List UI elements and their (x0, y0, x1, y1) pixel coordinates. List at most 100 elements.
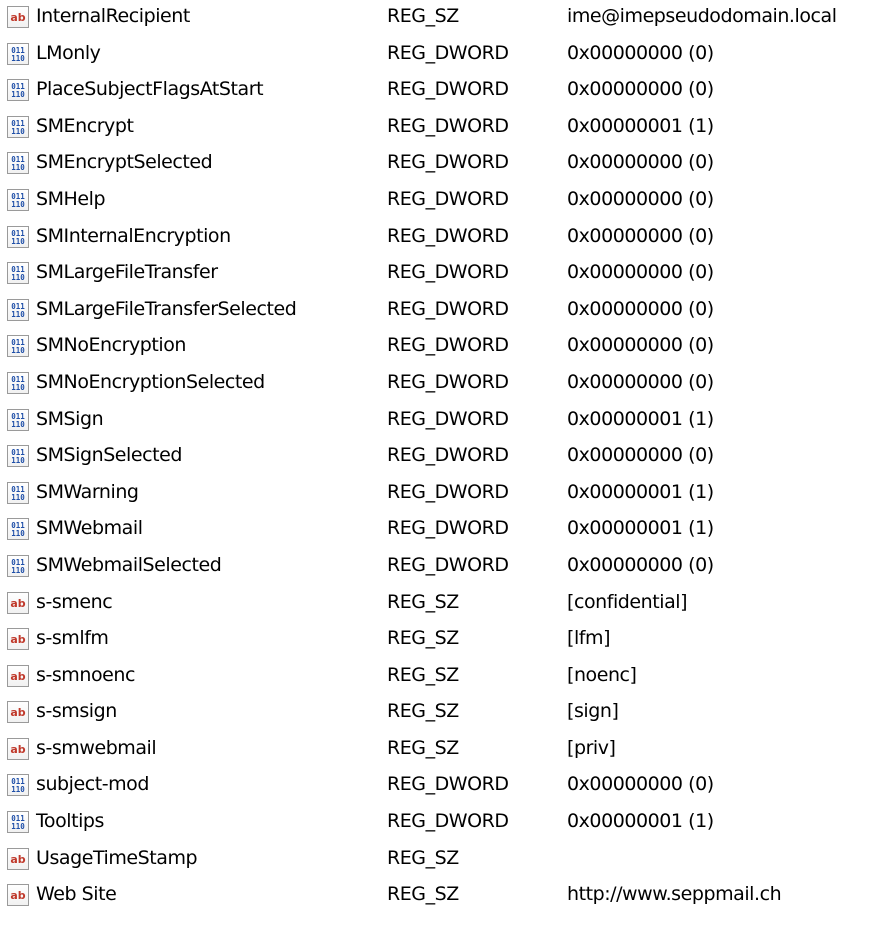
value-type: REG_SZ (387, 663, 459, 686)
value-data: 0x00000000 (0) (567, 261, 714, 284)
registry-value-row[interactable]: ab s-smenc REG_SZ [confidential] (0, 586, 889, 623)
binary-value-icon: 011 110 (7, 371, 29, 394)
value-type: REG_DWORD (387, 297, 509, 320)
binary-value-icon-glyph-bottom: 110 (11, 346, 25, 355)
registry-value-row[interactable]: 011 110 SMInternalEncryption REG_DWORD 0x000… (0, 220, 889, 257)
registry-value-row[interactable]: 011 110 PlaceSubjectFlagsAtStart REG_DWORD 0… (0, 73, 889, 110)
binary-value-icon-glyph-bottom: 110 (11, 383, 25, 392)
binary-value-icon: 011 110 (7, 298, 29, 321)
registry-value-row[interactable]: 011 110 SMLargeFileTransfer REG_DWORD 0x0000… (0, 256, 889, 293)
value-name: SMWarning (36, 480, 139, 503)
binary-value-icon: 011 110 (7, 518, 29, 541)
registry-value-row[interactable]: 011 110 SMWebmail REG_DWORD 0x00000001 (1) (0, 512, 889, 549)
value-type: REG_DWORD (387, 224, 509, 247)
string-value-icon-glyph: ab (10, 853, 25, 866)
binary-value-icon: 011 110 (7, 811, 29, 834)
binary-value-icon-glyph-bottom: 110 (11, 456, 25, 465)
string-value-icon-glyph: ab (10, 743, 25, 756)
binary-value-icon: 011 110 (7, 79, 29, 102)
binary-value-icon-glyph-bottom: 110 (11, 54, 25, 63)
registry-value-row[interactable]: ab s-smwebmail REG_SZ [priv] (0, 732, 889, 769)
value-name: SMSign (36, 407, 104, 430)
value-data: ime@imepseudodomain.local (567, 5, 837, 27)
registry-value-row[interactable]: 011 110 SMNoEncryption REG_DWORD 0x00000000 … (0, 329, 889, 366)
value-type: REG_DWORD (387, 370, 509, 393)
value-name: Web Site (36, 883, 117, 906)
value-name: SMWebmail (36, 517, 143, 540)
registry-value-row[interactable]: 011 110 SMWarning REG_DWORD 0x00000001 (1) (0, 476, 889, 513)
registry-value-row[interactable]: 011 110 SMLargeFileTransferSelected REG_DWO… (0, 293, 889, 330)
value-type: REG_DWORD (387, 553, 509, 576)
value-data: 0x00000000 (0) (567, 41, 714, 64)
binary-value-icon-glyph-bottom: 110 (11, 529, 25, 538)
value-type: REG_DWORD (387, 151, 509, 174)
value-name: SMNoEncryptionSelected (36, 370, 265, 393)
binary-value-icon-glyph-bottom: 110 (11, 420, 25, 429)
value-name: SMWebmailSelected (36, 553, 222, 576)
value-type: REG_DWORD (387, 334, 509, 357)
registry-value-row[interactable]: ab s-smnoenc REG_SZ [noenc] (0, 659, 889, 696)
registry-value-row[interactable]: ab UsageTimeStamp REG_SZ (0, 842, 889, 879)
registry-value-row[interactable]: 011 110 SMHelp REG_DWORD 0x00000000 (0) (0, 183, 889, 220)
string-value-icon-glyph: ab (10, 706, 25, 719)
registry-value-row[interactable]: 011 110 SMSign REG_DWORD 0x00000001 (1) (0, 403, 889, 440)
value-data: 0x00000001 (1) (567, 480, 714, 503)
value-data: 0x00000000 (0) (567, 334, 714, 357)
registry-value-row[interactable]: ab s-smsign REG_SZ [sign] (0, 695, 889, 732)
binary-value-icon-glyph-bottom: 110 (11, 310, 25, 319)
binary-value-icon-glyph-bottom: 110 (11, 493, 25, 502)
value-name: Tooltips (36, 810, 104, 833)
binary-value-icon: 011 110 (7, 152, 29, 175)
value-data: 0x00000000 (0) (567, 187, 714, 210)
string-value-icon: ab (7, 6, 29, 28)
value-data: 0x00000000 (0) (567, 773, 714, 796)
registry-value-row[interactable]: 011 110 subject-mod REG_DWORD 0x00000000 (0) (0, 768, 889, 805)
value-type: REG_DWORD (387, 517, 509, 540)
binary-value-icon-glyph-bottom: 110 (11, 785, 25, 794)
value-name: s-smnoenc (36, 663, 135, 686)
value-data: 0x00000000 (0) (567, 224, 714, 247)
string-value-icon: ab (7, 701, 29, 724)
value-data: 0x00000000 (0) (567, 444, 714, 467)
registry-value-row[interactable]: ab InternalRecipient REG_SZ ime@imepseudodo… (0, 0, 889, 37)
binary-value-icon-glyph-bottom: 110 (11, 273, 25, 282)
binary-value-icon: 011 110 (7, 408, 29, 431)
registry-value-row[interactable]: 011 110 LMonly REG_DWORD 0x00000000 (0) (0, 37, 889, 74)
value-name: s-smenc (36, 590, 113, 613)
value-data: 0x00000000 (0) (567, 370, 714, 393)
registry-value-row[interactable]: 011 110 SMSignSelected REG_DWORD 0x00000000 … (0, 439, 889, 476)
registry-value-row[interactable]: ab Web Site REG_SZ http://www.seppmail.ch (0, 878, 889, 915)
value-type: REG_SZ (387, 590, 459, 613)
registry-values-list: ab InternalRecipient REG_SZ ime@imepseudodo… (0, 0, 889, 950)
registry-value-row[interactable]: ab s-smlfm REG_SZ [lfm] (0, 622, 889, 659)
value-type: REG_SZ (387, 5, 459, 27)
registry-value-row[interactable]: 011 110 SMWebmailSelected REG_DWORD 0x000000… (0, 549, 889, 586)
value-type: REG_DWORD (387, 407, 509, 430)
registry-value-row[interactable]: 011 110 Tooltips REG_DWORD 0x00000001 (1) (0, 805, 889, 842)
value-type: REG_DWORD (387, 261, 509, 284)
value-type: REG_DWORD (387, 187, 509, 210)
string-value-icon: ab (7, 847, 29, 870)
value-data: http://www.seppmail.ch (567, 883, 782, 906)
value-name: SMNoEncryption (36, 334, 186, 357)
string-value-icon: ab (7, 628, 29, 651)
value-data: 0x00000000 (0) (567, 553, 714, 576)
binary-value-icon: 011 110 (7, 42, 29, 65)
binary-value-icon-glyph-bottom: 110 (11, 127, 25, 136)
binary-value-icon-glyph-bottom: 110 (11, 200, 25, 209)
value-data: 0x00000000 (0) (567, 297, 714, 320)
value-data: [priv] (567, 736, 616, 759)
registry-value-row[interactable]: 011 110 SMEncrypt REG_DWORD 0x00000001 (1) (0, 110, 889, 147)
value-type: REG_SZ (387, 736, 459, 759)
value-type: REG_SZ (387, 846, 459, 869)
string-value-icon: ab (7, 737, 29, 760)
value-name: SMHelp (36, 187, 106, 210)
binary-value-icon: 011 110 (7, 225, 29, 248)
string-value-icon-glyph: ab (10, 633, 25, 646)
binary-value-icon: 011 110 (7, 262, 29, 285)
registry-value-row[interactable]: 011 110 SMNoEncryptionSelected REG_DWORD 0x0… (0, 366, 889, 403)
value-data: 0x00000001 (1) (567, 114, 714, 137)
registry-value-row[interactable]: 011 110 SMEncryptSelected REG_DWORD 0x000000… (0, 146, 889, 183)
value-data: 0x00000001 (1) (567, 407, 714, 430)
value-data: [sign] (567, 700, 619, 723)
